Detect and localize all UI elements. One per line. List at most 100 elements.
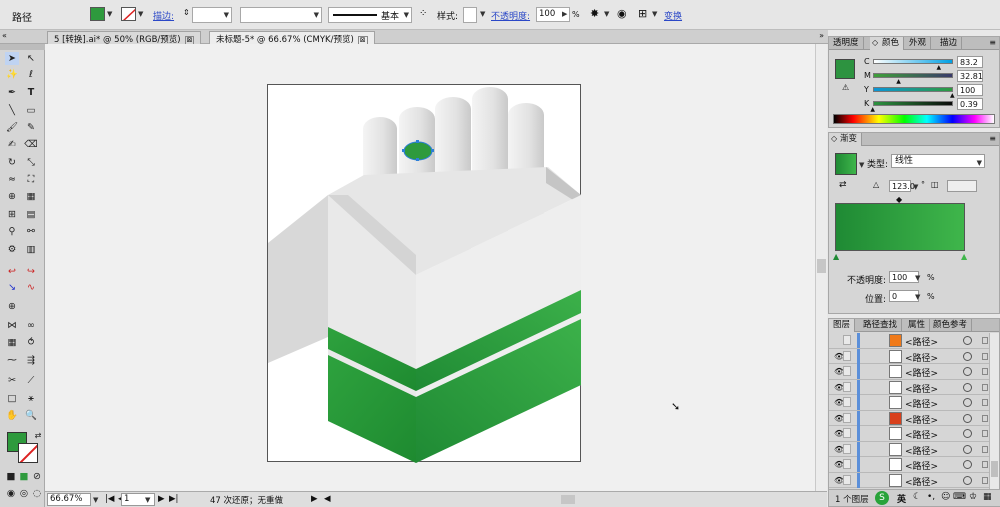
type-select[interactable]: 线性 ▼ bbox=[891, 154, 985, 168]
ime-shirt-icon[interactable]: ♔ bbox=[969, 492, 977, 502]
align-icon[interactable]: ⊞ bbox=[638, 7, 647, 20]
tab-stroke[interactable]: 描边 bbox=[936, 37, 963, 50]
angle-dropdown-icon[interactable]: ▼ bbox=[913, 183, 918, 191]
stroke-weight-dropdown-icon[interactable]: ▼ bbox=[224, 11, 229, 19]
layer-row[interactable]: 👁 <路径> bbox=[829, 457, 989, 473]
target-circle-icon[interactable] bbox=[963, 475, 972, 485]
layers-scroll-thumb[interactable] bbox=[991, 461, 998, 477]
tab-document-1[interactable]: 5 [转换].ai* @ 50% (RGB/预览) ⊠ bbox=[47, 31, 202, 45]
layer-row[interactable]: 👁 <路径> bbox=[829, 410, 989, 426]
position-dropdown-icon[interactable]: ▼ bbox=[915, 293, 920, 301]
draw-mode-icon[interactable]: ◉ bbox=[4, 487, 18, 500]
lock-toggle[interactable] bbox=[843, 412, 851, 423]
layer-row[interactable]: 👁 <路径> bbox=[829, 395, 989, 411]
variable-width-dropdown-icon[interactable]: ▼ bbox=[314, 11, 319, 19]
custom-tool-d-icon[interactable]: ∿ bbox=[24, 281, 38, 294]
color-spectrum-bar[interactable] bbox=[833, 114, 995, 124]
recolor-icon[interactable]: ✸ bbox=[590, 7, 599, 20]
layer-row[interactable]: 👁 <路径> bbox=[829, 348, 989, 364]
tab-color-guide[interactable]: 颜色参考 bbox=[929, 319, 973, 332]
color-mode-icon[interactable]: ■ bbox=[4, 470, 18, 483]
lock-toggle[interactable] bbox=[843, 459, 851, 469]
selection-square[interactable] bbox=[982, 461, 988, 468]
blob-brush-tool-icon[interactable]: ✍ bbox=[5, 138, 19, 151]
artboard[interactable] bbox=[267, 84, 581, 463]
target-circle-icon[interactable] bbox=[963, 444, 972, 454]
channel-k-slider[interactable] bbox=[873, 101, 953, 106]
arrange-icon[interactable]: ⁘ bbox=[419, 8, 427, 19]
stroke-dropdown-icon[interactable]: ▼ bbox=[138, 10, 143, 18]
line-tool-icon[interactable]: ╲ bbox=[5, 104, 19, 117]
stroke-link[interactable]: 描边: bbox=[153, 9, 174, 22]
perspective-grid-tool-icon[interactable]: ▦ bbox=[24, 190, 38, 203]
custom-tool-g-icon[interactable]: ▦ bbox=[5, 336, 19, 349]
target-circle-icon[interactable] bbox=[963, 382, 972, 392]
collapse-panels-icon[interactable]: » bbox=[819, 31, 824, 40]
channel-c-thumb[interactable]: ▲ bbox=[937, 64, 942, 71]
target-circle-icon[interactable] bbox=[963, 460, 972, 469]
zoom-dropdown-icon[interactable]: ▼ bbox=[93, 496, 98, 504]
selection-tool-icon[interactable]: ➤ bbox=[5, 52, 19, 65]
panel-menu-icon[interactable]: ≡ bbox=[989, 38, 996, 47]
layer-row[interactable]: 👁 <路径> bbox=[829, 379, 989, 395]
gradient-tool-icon[interactable]: ▤ bbox=[24, 208, 38, 221]
pencil-tool-icon[interactable]: ✎ bbox=[24, 121, 38, 134]
lasso-tool-icon[interactable]: ℓ bbox=[24, 68, 38, 81]
target-circle-icon[interactable] bbox=[963, 413, 972, 423]
free-transform-tool-icon[interactable]: ⛶ bbox=[24, 173, 38, 186]
midpoint-diamond-icon[interactable]: ◆ bbox=[896, 195, 902, 204]
opacity-link[interactable]: 不透明度: bbox=[491, 9, 530, 22]
target-tool-icon[interactable]: ⊕ bbox=[5, 300, 19, 313]
recolor-dropdown-icon[interactable]: ▼ bbox=[604, 10, 609, 18]
ime-keyboard-icon[interactable]: ⌨ bbox=[953, 492, 966, 502]
custom-tool-e-icon[interactable]: ⋈ bbox=[5, 319, 19, 332]
zoom-field[interactable]: 66.67% bbox=[47, 493, 91, 506]
target-circle-icon[interactable] bbox=[963, 429, 972, 438]
current-color-swatch[interactable] bbox=[835, 59, 855, 79]
lock-toggle[interactable] bbox=[843, 350, 851, 361]
style-dropdown-icon[interactable]: ▼ bbox=[480, 10, 485, 18]
ime-grid-icon[interactable]: ▦ bbox=[983, 492, 992, 502]
eraser-tool-icon[interactable]: ⌫ bbox=[24, 138, 38, 151]
collapse-toolbar-icon[interactable]: « bbox=[2, 31, 7, 40]
mesh-tool-icon[interactable]: ⊞ bbox=[5, 208, 19, 221]
custom-tool-j-icon[interactable]: ⇶ bbox=[24, 354, 38, 367]
custom-tool-c-icon[interactable]: ↘ bbox=[5, 281, 19, 294]
ime-punct-icon[interactable]: •, bbox=[927, 492, 935, 502]
channel-y-field[interactable]: 100 bbox=[957, 84, 983, 96]
type-tool-icon[interactable]: T bbox=[24, 86, 38, 99]
gradient-mode-icon[interactable]: ■ bbox=[17, 470, 31, 483]
custom-tool-i-icon[interactable]: ⁓ bbox=[5, 354, 19, 367]
transform-link[interactable]: 变换 bbox=[664, 9, 682, 22]
target-circle-icon[interactable] bbox=[963, 398, 972, 407]
ime-moon-icon[interactable]: ☾ bbox=[913, 492, 921, 502]
none-mode-icon[interactable]: ⊘ bbox=[30, 470, 44, 483]
shape-builder-tool-icon[interactable]: ⊕ bbox=[5, 190, 19, 203]
panel-menu-icon[interactable]: ≡ bbox=[989, 134, 996, 143]
tab-layers[interactable]: 图层 bbox=[829, 319, 856, 332]
status-menu-icon[interactable]: ▶ bbox=[311, 494, 318, 504]
swap-colors-icon[interactable]: ⇄ bbox=[31, 429, 45, 442]
angle-field[interactable]: 123.0 bbox=[889, 180, 915, 192]
gradient-preview-dropdown-icon[interactable]: ▼ bbox=[859, 161, 864, 169]
width-tool-icon[interactable]: ≈ bbox=[5, 173, 19, 186]
variable-width-field[interactable]: ▼ bbox=[240, 7, 322, 23]
magic-wand-tool-icon[interactable]: ✨ bbox=[5, 68, 19, 81]
page-dropdown-icon[interactable]: ▼ bbox=[145, 496, 150, 504]
target-circle-icon[interactable] bbox=[963, 336, 972, 345]
layer-row[interactable]: 👁 <路径> bbox=[829, 472, 989, 488]
channel-c-field[interactable]: 83.2 bbox=[957, 56, 983, 68]
selection-square[interactable] bbox=[982, 445, 988, 453]
gradient-stop-start-icon[interactable]: ▲ bbox=[833, 252, 839, 261]
lock-toggle[interactable] bbox=[843, 474, 851, 485]
lock-toggle[interactable] bbox=[843, 443, 851, 454]
tab-transparency[interactable]: 透明度 bbox=[829, 37, 864, 50]
fill-dropdown-icon[interactable]: ▼ bbox=[107, 10, 112, 18]
ime-emoji-icon[interactable]: ☺ bbox=[941, 492, 950, 502]
channel-m-slider[interactable] bbox=[873, 73, 953, 78]
canvas-area[interactable]: ➘ bbox=[45, 44, 827, 491]
rectangle-tool-icon[interactable]: ▭ bbox=[24, 104, 38, 117]
custom-tool-h-icon[interactable]: ⥀ bbox=[24, 336, 38, 349]
layer-row[interactable]: 👁 <路径> bbox=[829, 441, 989, 457]
next-page-icon[interactable]: ▶ bbox=[158, 494, 165, 504]
